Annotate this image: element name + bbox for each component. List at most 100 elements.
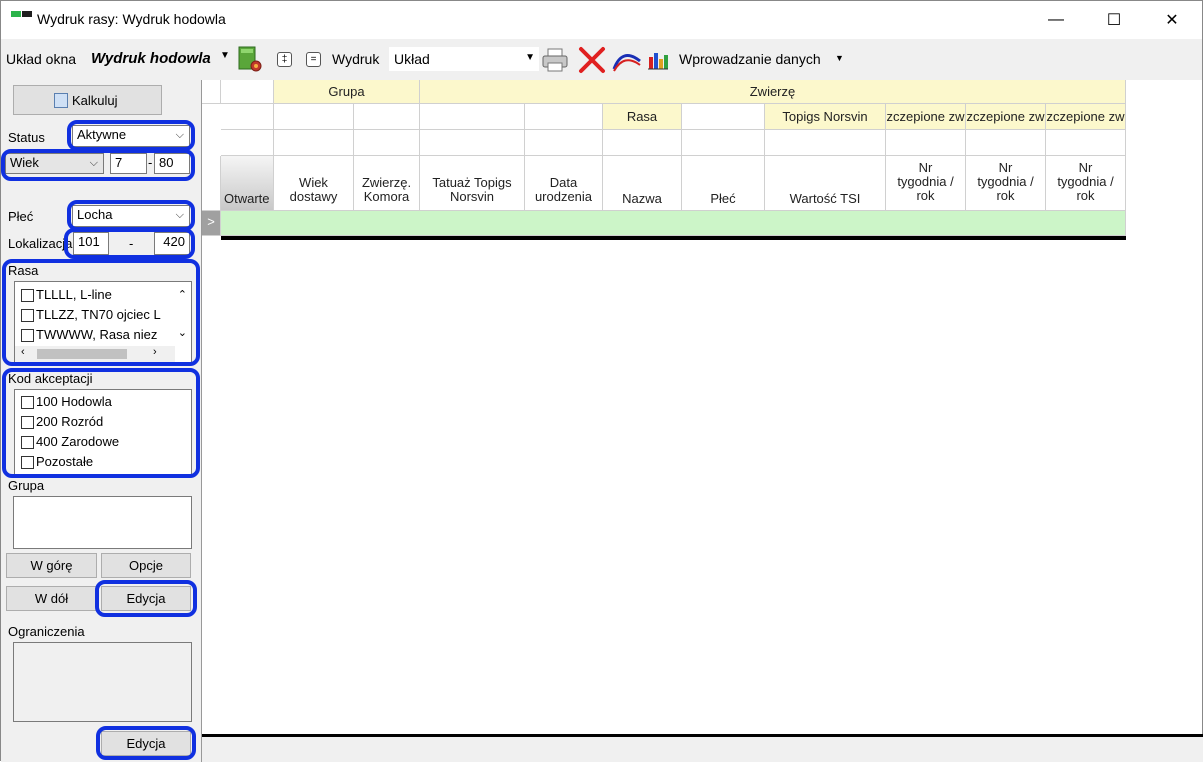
checkbox[interactable] (21, 289, 34, 303)
accept-item[interactable]: 200 Rozród (21, 414, 103, 430)
topigs-header: Topigs Norsvin (765, 104, 886, 130)
constraints-label: Ograniczenia (8, 624, 85, 639)
layout-dropdown-icon[interactable]: ▼ (220, 50, 230, 61)
checkbox[interactable] (21, 456, 34, 470)
age-type-select[interactable]: Wiek ⌵ (5, 153, 104, 174)
print-layout-select[interactable]: Układ ▼ (389, 47, 539, 71)
bar-chart-icon[interactable] (647, 49, 669, 71)
checkbox[interactable] (21, 436, 34, 450)
options-button[interactable]: Opcje (101, 553, 191, 578)
breed-item[interactable]: TLLLL, L-line (21, 287, 112, 303)
col-header[interactable]: Zwierzę. Komora (354, 156, 420, 211)
breed-item[interactable]: TWWWW, Rasa niez (21, 327, 171, 343)
move-down-button[interactable]: W dół (6, 586, 97, 611)
calculate-button-label: Kalkuluj (72, 93, 118, 108)
curve-chart-icon[interactable] (612, 47, 642, 73)
breed-label: Rasa (8, 263, 39, 278)
accept-code-list[interactable]: 100 Hodowla 200 Rozród 400 Zarodowe Pozo… (14, 389, 192, 475)
col-header[interactable]: Otwarte (221, 156, 274, 211)
header-blank (765, 130, 886, 156)
edit-group-button[interactable]: Edycja (101, 586, 191, 611)
location-from-input[interactable]: 101 (73, 232, 109, 255)
crossed-header: zczepione zw (966, 104, 1046, 130)
header-blank (274, 130, 354, 156)
header-blank (966, 130, 1046, 156)
minimize-button[interactable]: — (1027, 1, 1085, 39)
breed-list[interactable]: TLLLL, L-line TLLZZ, TN70 ojciec L TWWWW… (14, 281, 192, 363)
checkbox[interactable] (21, 329, 34, 343)
horizontal-scrollbar[interactable]: ‹ › (15, 346, 175, 362)
filter-panel: Kalkuluj Status Aktywne ⌵ Wiek ⌵ 7 - 80 … (1, 79, 201, 762)
delete-icon[interactable] (577, 45, 607, 75)
header-blank (525, 104, 603, 130)
window-title: Wydruk rasy: Wydruk hodowla (37, 11, 226, 27)
close-button[interactable]: ✕ (1143, 1, 1201, 39)
col-header[interactable]: Wiek dostawy (274, 156, 354, 211)
book-settings-icon[interactable] (237, 45, 263, 73)
edit-constraints-button[interactable]: Edycja (101, 731, 191, 756)
layout-label: Układ okna (6, 51, 77, 67)
print-label: Wydruk (332, 51, 380, 67)
col-header[interactable]: Nazwa (603, 156, 682, 211)
row-marker[interactable]: > (202, 211, 221, 236)
scroll-up-icon[interactable]: ⌃ (178, 288, 187, 301)
printer-icon[interactable] (541, 47, 569, 73)
checkbox[interactable] (21, 396, 34, 410)
header-blank (221, 80, 274, 104)
app-window: Wydruk rasy: Wydruk hodowla — ☐ ✕ Układ … (0, 0, 1203, 762)
header-blank (274, 104, 354, 130)
crossed-header: zczepione zw (886, 104, 966, 130)
group-header: Grupa (274, 80, 420, 104)
status-chevron-down-icon: ⌵ (175, 129, 184, 141)
group-list[interactable] (13, 496, 192, 549)
header-blank (354, 130, 420, 156)
col-header[interactable]: Nr tygodnia / rok (966, 156, 1046, 211)
header-blank (525, 130, 603, 156)
sex-label: Płeć (8, 209, 34, 224)
data-entry-menu[interactable]: Wprowadzanie danych (679, 51, 821, 67)
layout-select[interactable]: Wydruk hodowla (91, 50, 211, 67)
scroll-down-icon[interactable]: ⌄ (178, 326, 187, 339)
sex-chevron-down-icon: ⌵ (175, 209, 184, 221)
scroll-right-icon[interactable]: › (153, 346, 157, 358)
collapse-button[interactable]: = (306, 52, 321, 67)
accept-item[interactable]: 100 Hodowla (21, 394, 112, 410)
col-header[interactable]: Wartość TSI (765, 156, 886, 211)
col-header[interactable]: Tatuaż Topigs Norsvin (420, 156, 525, 211)
age-to-input[interactable]: 80 (154, 153, 190, 174)
location-dash: - (129, 236, 134, 251)
app-icon (11, 11, 33, 19)
header-blank (682, 130, 765, 156)
data-entry-dropdown-icon[interactable]: ▼ (835, 53, 844, 63)
sex-value: Locha (77, 207, 113, 222)
location-to-input[interactable]: 420 (154, 232, 190, 255)
accept-item[interactable]: 400 Zarodowe (21, 434, 119, 450)
calculator-icon (54, 93, 68, 108)
header-blank (603, 130, 682, 156)
row-divider (221, 236, 1126, 240)
table-row[interactable] (221, 211, 1126, 236)
col-header[interactable]: Nr tygodnia / rok (1046, 156, 1126, 211)
scrollbar-thumb[interactable] (37, 349, 127, 359)
checkbox[interactable] (21, 416, 34, 430)
expand-button[interactable]: ‡ (277, 52, 292, 67)
constraints-box[interactable] (13, 642, 192, 722)
sex-select[interactable]: Locha ⌵ (72, 205, 190, 227)
calculate-button[interactable]: Kalkuluj (13, 85, 162, 115)
maximize-button[interactable]: ☐ (1085, 1, 1143, 39)
status-select[interactable]: Aktywne ⌵ (72, 125, 190, 147)
data-grid[interactable]: Grupa Zwierzę Rasa Topigs Norsvin zczepi… (201, 80, 1203, 762)
col-header[interactable]: Nr tygodnia / rok (886, 156, 966, 211)
scroll-left-icon[interactable]: ‹ (21, 346, 25, 358)
header-blank (354, 104, 420, 130)
checkbox[interactable] (21, 309, 34, 323)
accept-item[interactable]: Pozostałe (21, 454, 93, 470)
header-blank (420, 104, 525, 130)
age-from-input[interactable]: 7 (110, 153, 147, 174)
col-header[interactable]: Data urodzenia (525, 156, 603, 211)
crossed-header: zczepione zw (1046, 104, 1126, 130)
print-layout-dropdown-icon[interactable]: ▼ (525, 52, 535, 63)
breed-item[interactable]: TLLZZ, TN70 ojciec L (21, 307, 171, 323)
move-up-button[interactable]: W górę (6, 553, 97, 578)
col-header[interactable]: Płeć (682, 156, 765, 211)
